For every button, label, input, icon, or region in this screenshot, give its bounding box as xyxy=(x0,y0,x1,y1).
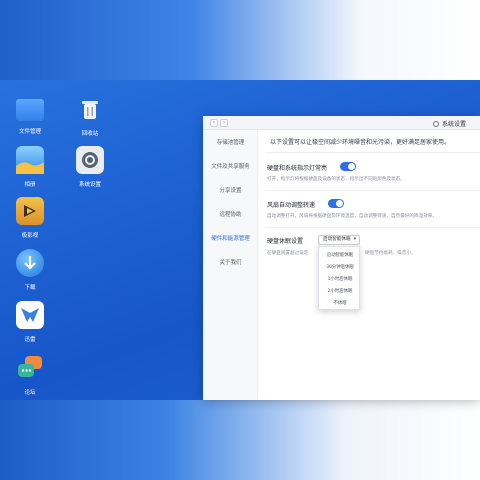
desktop-icon-forum[interactable]: 论坛 xyxy=(2,354,58,396)
divider xyxy=(266,227,480,228)
desktop-icon-video[interactable]: 极影视 xyxy=(2,197,58,239)
desktop-icon-file-manager[interactable]: 文件管理 xyxy=(2,95,58,135)
sleep-mode-dropdown: 启动智能休眠 30分钟后休眠 1小时后休眠 2小时后休眠 不休眠 xyxy=(318,246,360,310)
disk-sleep-title: 硬盘休眠设置 xyxy=(267,238,304,245)
photo-icon xyxy=(16,146,44,174)
window-title: 系统设置 xyxy=(432,119,466,128)
sleep-mode-selected: 启动智能休眠 xyxy=(323,237,351,242)
settings-content: 以下设置可以让极空间减少环境噪音和光污染，更好满足居家使用。 硬盘和系统指示灯常… xyxy=(258,130,480,400)
disk-sleep-desc: 在硬盘闲置超过设定 xyxy=(267,251,309,256)
desktop-icon-system-settings[interactable]: 系统设置 xyxy=(62,146,118,188)
desktop-icon-photos[interactable]: 相册 xyxy=(2,146,58,188)
fan-speed-toggle[interactable] xyxy=(328,199,344,208)
download-icon xyxy=(16,249,44,277)
dropdown-option[interactable]: 启动智能休眠 xyxy=(319,252,361,258)
dropdown-option[interactable]: 不休眠 xyxy=(319,300,361,306)
desktop-icon-label: 相册 xyxy=(24,182,36,188)
thunder-icon xyxy=(16,301,44,329)
divider xyxy=(266,190,480,191)
system-settings-window: ‹ › 系统设置 存储池管理 文件及共享服务 分享设置 远程协助 硬件和能源管理… xyxy=(203,116,480,400)
desktop-icon-thunder[interactable]: 迅雷 xyxy=(2,301,58,343)
desktop-icon-download[interactable]: 下载 xyxy=(2,249,58,291)
sidebar-item-share-settings[interactable]: 分享设置 xyxy=(203,186,258,194)
nav-buttons: ‹ › xyxy=(210,119,228,127)
indicator-light-title: 硬盘和系统指示灯常亮 xyxy=(267,165,328,172)
forward-button[interactable]: › xyxy=(220,119,228,127)
desktop-icon-label: 系统设置 xyxy=(78,182,101,188)
sidebar-item-remote-assist[interactable]: 远程协助 xyxy=(203,210,258,218)
settings-icon xyxy=(76,146,104,174)
disk-sleep-desc-tail: 硬盘节约能耗，噪音小。 xyxy=(365,251,416,256)
forum-icon xyxy=(16,354,44,382)
chevron-down-icon: ▾ xyxy=(353,237,356,242)
sidebar-item-hardware-energy[interactable]: 硬件和能源管理 xyxy=(203,234,258,242)
desktop-icon-label: 极影视 xyxy=(21,233,39,239)
indicator-light-desc: 打开，指示灯将根据硬盘及设备的状态，指示出不同的颜色及状态。 xyxy=(267,177,405,182)
dropdown-option[interactable]: 1小时后休眠 xyxy=(319,276,361,282)
folder-icon xyxy=(16,99,44,121)
toggle-knob xyxy=(336,200,343,207)
intro-text: 以下设置可以让极空间减少环境噪音和光污染，更好满足居家使用。 xyxy=(270,139,451,146)
desktop-icon-recycle-bin[interactable]: 回收站 xyxy=(62,95,118,137)
wallpaper-top-band xyxy=(0,0,480,80)
sidebar-item-about[interactable]: 关于我们 xyxy=(203,258,258,266)
fan-speed-desc: 自动调整打开，风扇将根据硬盘及环境温度，自动调整转速，自然最好的降温效果。 xyxy=(267,214,437,219)
desktop-icon-label: 下载 xyxy=(24,285,36,291)
video-icon xyxy=(16,197,44,225)
trash-icon xyxy=(76,95,104,123)
desktop-icon-label: 文件管理 xyxy=(18,129,41,135)
sidebar-item-storage-pool[interactable]: 存储池管理 xyxy=(203,138,258,146)
sidebar-item-file-sharing[interactable]: 文件及共享服务 xyxy=(203,162,258,170)
dropdown-option[interactable]: 2小时后休眠 xyxy=(319,288,361,294)
back-button[interactable]: ‹ xyxy=(210,119,218,127)
settings-sidebar: 存储池管理 文件及共享服务 分享设置 远程协助 硬件和能源管理 关于我们 xyxy=(203,130,258,400)
wallpaper-bottom-band xyxy=(0,400,480,480)
toggle-knob xyxy=(348,163,355,170)
window-title-text: 系统设置 xyxy=(441,121,466,128)
fan-speed-title: 风扇自动调整转速 xyxy=(267,202,316,209)
divider xyxy=(266,152,480,153)
dropdown-option[interactable]: 30分钟后休眠 xyxy=(319,264,361,270)
sleep-mode-select[interactable]: 启动智能休眠 ▾ xyxy=(318,235,360,245)
desktop-icon-label: 论坛 xyxy=(24,390,36,396)
indicator-light-toggle[interactable] xyxy=(340,162,356,171)
window-title-bar: ‹ › 系统设置 xyxy=(203,116,480,130)
gear-icon xyxy=(432,120,439,127)
desktop-icon-label: 迅雷 xyxy=(24,337,36,343)
desktop-icon-label: 回收站 xyxy=(81,131,99,137)
